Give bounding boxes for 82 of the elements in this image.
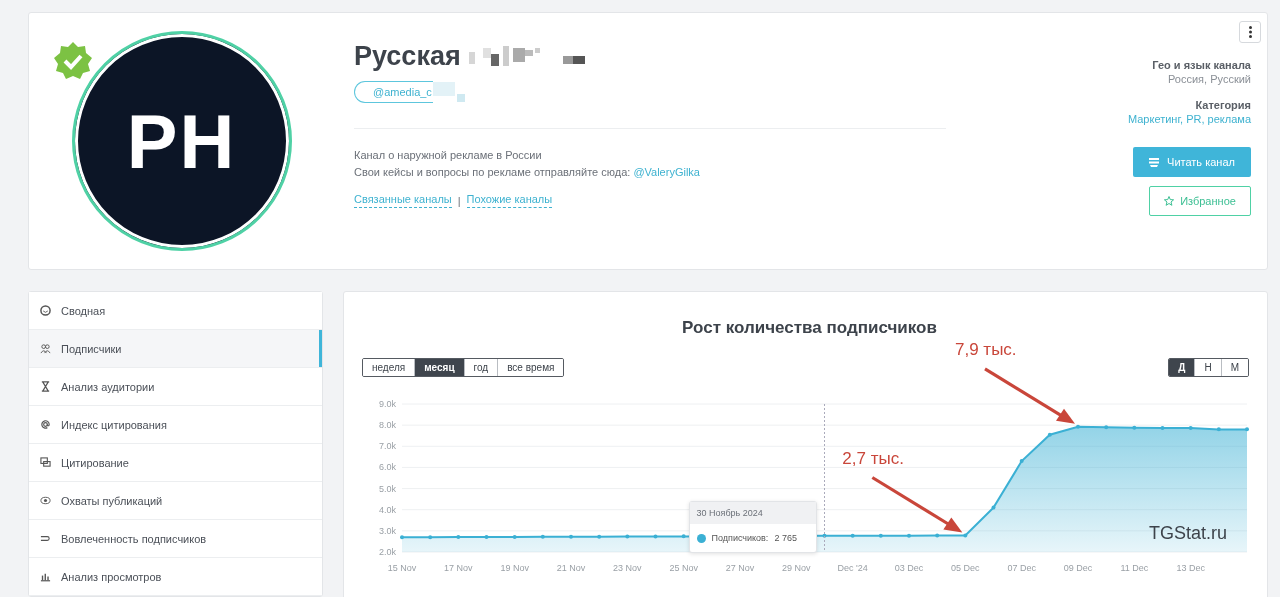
y-axis-label: 5.0k — [379, 483, 396, 494]
annotation-label: 7,9 тыс. — [955, 339, 1017, 359]
bar-chart-icon — [40, 571, 51, 582]
data-point — [456, 535, 461, 539]
y-axis-label: 9.0k — [379, 399, 396, 409]
series-dot-icon — [696, 533, 706, 543]
at-sign-icon — [40, 419, 51, 430]
eye-icon — [40, 495, 51, 506]
data-point — [625, 534, 630, 539]
x-axis-label: 03 Dec — [894, 563, 924, 573]
data-point — [1076, 424, 1080, 429]
x-axis-label: 19 Nov — [500, 563, 529, 573]
y-axis-label: 2.0k — [379, 547, 396, 557]
star-icon — [1164, 196, 1175, 206]
y-axis-label: 7.0k — [379, 441, 396, 452]
x-axis-label: 11 Dec — [1120, 563, 1149, 573]
sidebar-item[interactable]: Сводная — [29, 292, 322, 330]
data-point — [822, 533, 827, 538]
data-point — [1216, 427, 1221, 432]
chat-icon — [40, 457, 51, 468]
data-point — [1019, 459, 1024, 464]
chart-credit: TGStat.ru — [1148, 523, 1227, 544]
data-point — [540, 534, 545, 539]
y-axis-label: 6.0k — [379, 462, 396, 473]
x-axis-label: 21 Nov — [556, 563, 586, 573]
data-point — [963, 533, 968, 538]
data-point — [1188, 426, 1193, 431]
x-axis-label: 23 Nov — [613, 563, 642, 573]
link-separator: | — [457, 194, 461, 207]
y-axis-label: 3.0k — [379, 525, 396, 536]
sidebar-item[interactable]: Подписчики — [29, 330, 322, 368]
period-tab[interactable]: все время — [497, 359, 564, 376]
data-point — [653, 534, 658, 539]
data-point — [597, 534, 602, 539]
data-point — [1104, 425, 1109, 430]
data-point — [935, 533, 940, 538]
data-point — [400, 535, 404, 540]
smiley-icon — [40, 305, 51, 316]
more-button[interactable] — [1239, 21, 1261, 43]
x-axis-label: 05 Dec — [951, 563, 980, 573]
data-point — [907, 533, 911, 538]
channel-title: Русская — [354, 41, 461, 72]
annotation-label: 2,7 тыс. — [842, 448, 904, 468]
y-axis-label: 4.0k — [379, 504, 396, 515]
data-point — [878, 533, 883, 538]
data-point — [428, 535, 433, 540]
data-point — [850, 533, 855, 538]
x-axis-label: 17 Nov — [444, 563, 473, 573]
granularity-tab[interactable]: Д — [1169, 359, 1195, 376]
data-point — [1245, 427, 1249, 432]
channel-avatar: PH — [71, 31, 292, 251]
x-axis-label: 09 Dec — [1063, 563, 1093, 573]
tooltip-label: Подписчиков: — [711, 533, 769, 543]
channel-description: Канал о наружной рекламе в России Свои кейсы и вопросы по рекламе отправляйте сюда: @ValeryGilka — [354, 148, 701, 180]
x-axis-label: 27 Nov — [725, 563, 755, 573]
geo-label: Гео и язык канала — [1152, 59, 1251, 71]
x-axis-label: 13 Dec — [1176, 563, 1205, 573]
x-axis-label: Dec '24 — [837, 563, 868, 573]
chart-title: Рост количества подписчиков — [681, 318, 938, 338]
geo-value: Россия, Русский — [1168, 73, 1251, 85]
x-axis-label: 29 Nov — [782, 563, 811, 573]
data-point — [1160, 425, 1165, 430]
category-label: Категория — [1195, 99, 1251, 111]
tooltip-value: 2 765 — [774, 533, 797, 543]
tooltip-date: 30 Ноябрь 2024 — [689, 502, 816, 524]
data-point — [512, 535, 517, 539]
period-tab[interactable]: месяц — [414, 359, 464, 376]
data-point — [991, 505, 996, 510]
data-point — [569, 534, 573, 539]
users-icon — [40, 343, 51, 354]
x-axis-label: 25 Nov — [669, 563, 698, 573]
data-point — [681, 534, 686, 539]
more-icon — [1248, 26, 1252, 38]
data-point — [1132, 425, 1137, 430]
data-point — [484, 535, 489, 539]
x-axis-label: 07 Dec — [1007, 563, 1036, 573]
data-point — [1047, 432, 1052, 437]
granularity-tab[interactable]: М — [1220, 359, 1248, 376]
y-axis-label: 8.0k — [379, 420, 396, 431]
hourglass-icon — [40, 381, 51, 392]
x-axis-label: 15 Nov — [387, 563, 417, 573]
stack-icon — [1149, 157, 1160, 167]
